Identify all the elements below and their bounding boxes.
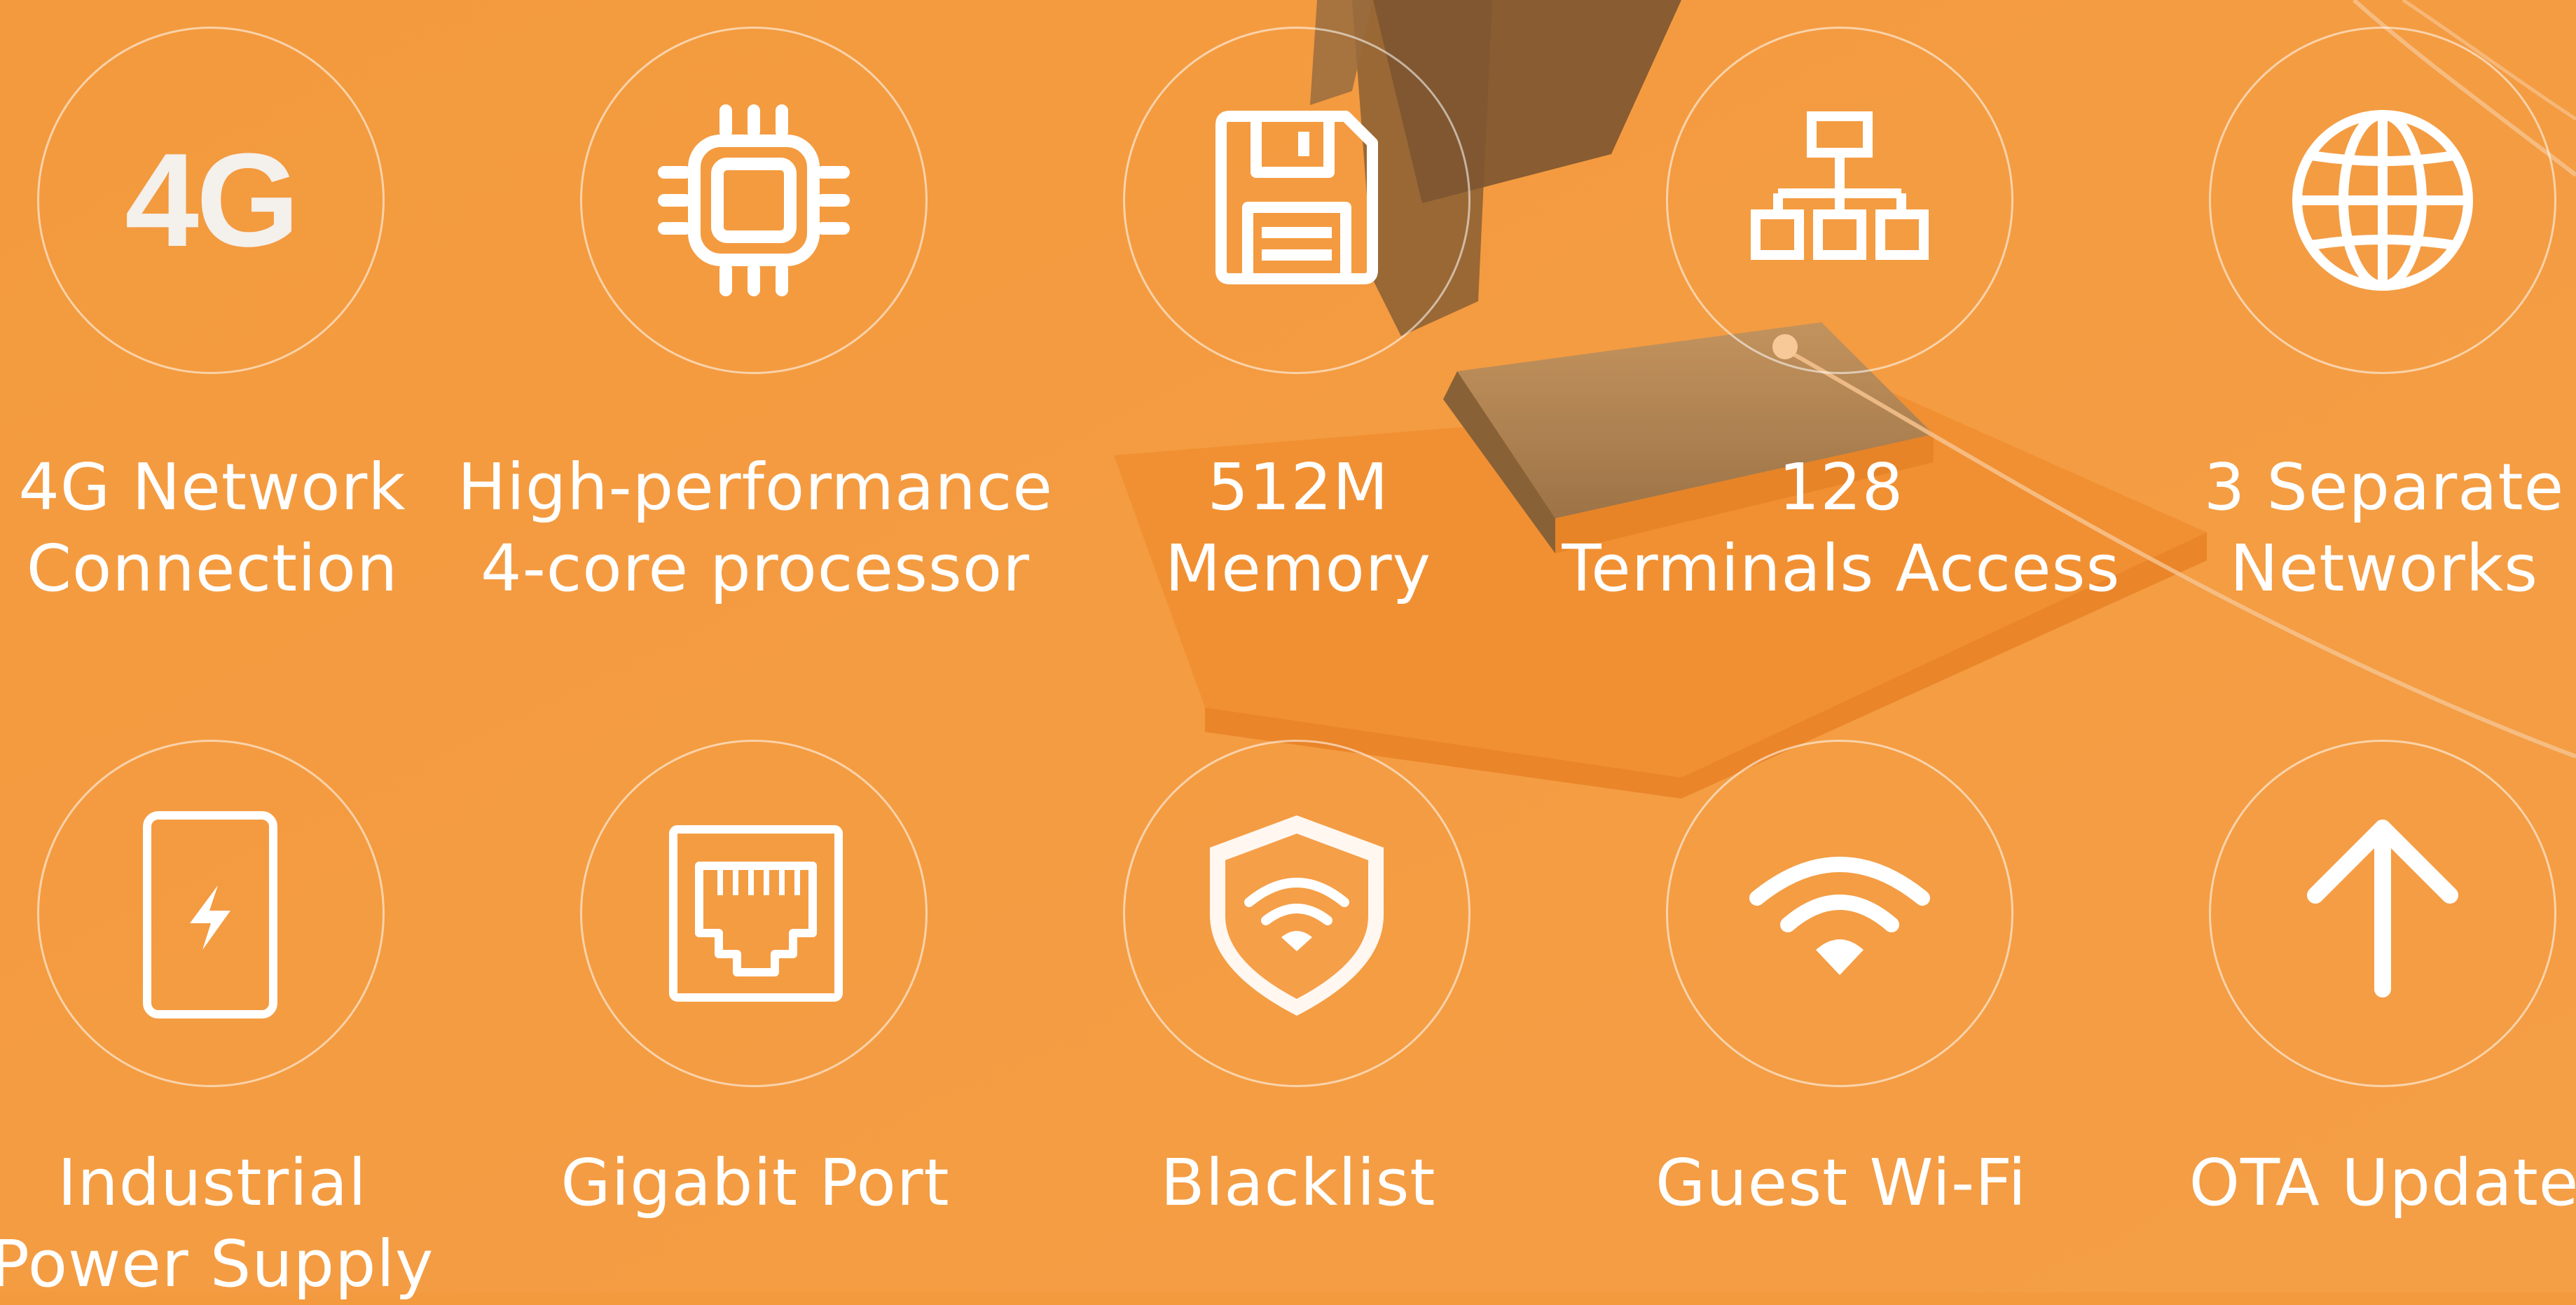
phone-charging-icon bbox=[143, 811, 277, 1019]
feature-label: 512M Memory bbox=[1164, 450, 1432, 606]
feature-label: OTA Update bbox=[2189, 1145, 2576, 1220]
feature-label: Guest Wi-Fi bbox=[1655, 1145, 2027, 1220]
feature-label: High-performance 4-core processor bbox=[457, 450, 1053, 606]
cpu-chip-icon bbox=[658, 104, 850, 296]
ethernet-port-icon bbox=[669, 825, 843, 1002]
feature-label: 3 Separate Networks bbox=[2203, 450, 2565, 606]
shield-wifi-icon bbox=[1210, 815, 1384, 1016]
arrow-up-icon bbox=[2307, 820, 2458, 997]
feature-label: Gigabit Port bbox=[560, 1145, 950, 1220]
floppy-disk-icon bbox=[1215, 111, 1378, 284]
network-topology-icon bbox=[1751, 111, 1929, 260]
globe-icon bbox=[2292, 110, 2473, 291]
feature-label: 128 Terminals Access bbox=[1562, 450, 2121, 606]
4g-icon: 4G bbox=[125, 126, 299, 275]
wifi-icon bbox=[1749, 857, 1930, 975]
feature-label: Blacklist bbox=[1160, 1145, 1436, 1220]
